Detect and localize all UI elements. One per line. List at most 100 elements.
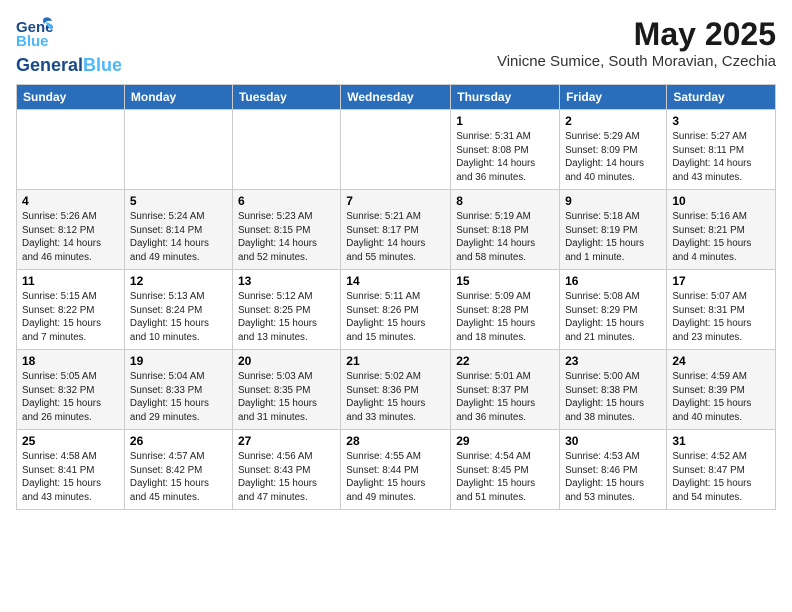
calendar-cell: 31 Sunrise: 4:52 AMSunset: 8:47 PMDayligh…	[667, 430, 776, 510]
day-number: 24	[672, 354, 770, 368]
day-number: 10	[672, 194, 770, 208]
day-info: Sunrise: 5:29 AMSunset: 8:09 PMDaylight:…	[565, 130, 661, 185]
calendar-cell: 1Sunrise: 5:31 AMSunset: 8:08 PMDaylight…	[451, 110, 560, 190]
calendar-cell: 10 Sunrise: 5:16 AMSunset: 8:21 PMDayligh…	[667, 190, 776, 270]
day-number: 29	[456, 434, 554, 448]
calendar-cell: 4 Sunrise: 5:26 AMSunset: 8:12 PMDaylight…	[17, 190, 125, 270]
day-info: Sunrise: 4:52 AMSunset: 8:47 PMDaylight:…	[672, 450, 770, 505]
day-number: 15	[456, 274, 554, 288]
day-number: 21	[346, 354, 445, 368]
day-info: Sunrise: 5:09 AMSunset: 8:28 PMDaylight:…	[456, 290, 554, 345]
calendar-cell: 18 Sunrise: 5:05 AMSunset: 8:32 PMDayligh…	[17, 350, 125, 430]
day-info: Sunrise: 5:11 AMSunset: 8:26 PMDaylight:…	[346, 290, 445, 345]
logo-icon: General Blue	[16, 16, 54, 52]
dow-header-friday: Friday	[560, 85, 667, 110]
calendar-cell: 25 Sunrise: 4:58 AMSunset: 8:41 PMDayligh…	[17, 430, 125, 510]
week-row-3: 11Sunrise: 5:15 AMSunset: 8:22 PMDayligh…	[17, 270, 776, 350]
day-number: 13	[238, 274, 335, 288]
day-info: Sunrise: 5:08 AMSunset: 8:29 PMDaylight:…	[565, 290, 661, 345]
day-info: Sunrise: 5:23 AMSunset: 8:15 PMDaylight:…	[238, 210, 335, 265]
day-number: 20	[238, 354, 335, 368]
day-number: 25	[22, 434, 119, 448]
day-number: 17	[672, 274, 770, 288]
week-row-2: 4 Sunrise: 5:26 AMSunset: 8:12 PMDaylight…	[17, 190, 776, 270]
day-number: 8	[456, 194, 554, 208]
day-info: Sunrise: 5:27 AMSunset: 8:11 PMDaylight:…	[672, 130, 770, 185]
dow-header-sunday: Sunday	[17, 85, 125, 110]
svg-text:Blue: Blue	[16, 33, 49, 50]
day-number: 27	[238, 434, 335, 448]
days-of-week-row: SundayMondayTuesdayWednesdayThursdayFrid…	[17, 85, 776, 110]
day-info: Sunrise: 4:58 AMSunset: 8:41 PMDaylight:…	[22, 450, 119, 505]
dow-header-thursday: Thursday	[451, 85, 560, 110]
day-info: Sunrise: 4:54 AMSunset: 8:45 PMDaylight:…	[456, 450, 554, 505]
calendar-cell: 16 Sunrise: 5:08 AMSunset: 8:29 PMDayligh…	[560, 270, 667, 350]
day-info: Sunrise: 4:55 AMSunset: 8:44 PMDaylight:…	[346, 450, 445, 505]
calendar-cell: 14 Sunrise: 5:11 AMSunset: 8:26 PMDayligh…	[341, 270, 451, 350]
day-number: 19	[130, 354, 227, 368]
logo-general: General	[16, 55, 83, 75]
calendar-cell: 21 Sunrise: 5:02 AMSunset: 8:36 PMDayligh…	[341, 350, 451, 430]
calendar-cell: 24 Sunrise: 4:59 AMSunset: 8:39 PMDayligh…	[667, 350, 776, 430]
calendar-cell: 30 Sunrise: 4:53 AMSunset: 8:46 PMDayligh…	[560, 430, 667, 510]
day-info: Sunrise: 5:13 AMSunset: 8:24 PMDaylight:…	[130, 290, 227, 345]
week-row-5: 25 Sunrise: 4:58 AMSunset: 8:41 PMDayligh…	[17, 430, 776, 510]
calendar-cell: 9Sunrise: 5:18 AMSunset: 8:19 PMDaylight…	[560, 190, 667, 270]
calendar-cell: 8Sunrise: 5:19 AMSunset: 8:18 PMDaylight…	[451, 190, 560, 270]
day-info: Sunrise: 5:15 AMSunset: 8:22 PMDaylight:…	[22, 290, 119, 345]
day-number: 30	[565, 434, 661, 448]
day-number: 14	[346, 274, 445, 288]
logo: General Blue General Blue	[16, 16, 122, 76]
calendar-cell	[341, 110, 451, 190]
location: Vinicne Sumice, South Moravian, Czechia	[497, 53, 776, 70]
month-year: May 2025	[497, 16, 776, 53]
calendar-cell: 26 Sunrise: 4:57 AMSunset: 8:42 PMDayligh…	[124, 430, 232, 510]
day-info: Sunrise: 5:26 AMSunset: 8:12 PMDaylight:…	[22, 210, 119, 265]
calendar-cell: 15 Sunrise: 5:09 AMSunset: 8:28 PMDayligh…	[451, 270, 560, 350]
day-info: Sunrise: 5:05 AMSunset: 8:32 PMDaylight:…	[22, 370, 119, 425]
page-header: General Blue General Blue May 2025 Vinicn…	[16, 16, 776, 76]
day-info: Sunrise: 5:24 AMSunset: 8:14 PMDaylight:…	[130, 210, 227, 265]
day-info: Sunrise: 4:57 AMSunset: 8:42 PMDaylight:…	[130, 450, 227, 505]
calendar-cell: 20Sunrise: 5:03 AMSunset: 8:35 PMDayligh…	[232, 350, 340, 430]
calendar-cell: 23Sunrise: 5:00 AMSunset: 8:38 PMDayligh…	[560, 350, 667, 430]
day-info: Sunrise: 5:00 AMSunset: 8:38 PMDaylight:…	[565, 370, 661, 425]
day-info: Sunrise: 5:16 AMSunset: 8:21 PMDaylight:…	[672, 210, 770, 265]
day-info: Sunrise: 5:18 AMSunset: 8:19 PMDaylight:…	[565, 210, 661, 265]
day-info: Sunrise: 4:53 AMSunset: 8:46 PMDaylight:…	[565, 450, 661, 505]
day-number: 16	[565, 274, 661, 288]
calendar-cell: 3 Sunrise: 5:27 AMSunset: 8:11 PMDaylight…	[667, 110, 776, 190]
calendar-cell: 11Sunrise: 5:15 AMSunset: 8:22 PMDayligh…	[17, 270, 125, 350]
day-number: 2	[565, 114, 661, 128]
calendar-cell: 27 Sunrise: 4:56 AMSunset: 8:43 PMDayligh…	[232, 430, 340, 510]
day-number: 4	[22, 194, 119, 208]
calendar-table: SundayMondayTuesdayWednesdayThursdayFrid…	[16, 84, 776, 510]
day-number: 6	[238, 194, 335, 208]
calendar-cell: 5 Sunrise: 5:24 AMSunset: 8:14 PMDaylight…	[124, 190, 232, 270]
day-info: Sunrise: 5:04 AMSunset: 8:33 PMDaylight:…	[130, 370, 227, 425]
calendar-cell: 7Sunrise: 5:21 AMSunset: 8:17 PMDaylight…	[341, 190, 451, 270]
day-info: Sunrise: 5:02 AMSunset: 8:36 PMDaylight:…	[346, 370, 445, 425]
day-number: 18	[22, 354, 119, 368]
day-number: 22	[456, 354, 554, 368]
day-number: 26	[130, 434, 227, 448]
day-number: 3	[672, 114, 770, 128]
day-number: 5	[130, 194, 227, 208]
day-info: Sunrise: 4:59 AMSunset: 8:39 PMDaylight:…	[672, 370, 770, 425]
calendar-cell: 2 Sunrise: 5:29 AMSunset: 8:09 PMDaylight…	[560, 110, 667, 190]
calendar-cell	[124, 110, 232, 190]
week-row-1: 1Sunrise: 5:31 AMSunset: 8:08 PMDaylight…	[17, 110, 776, 190]
dow-header-saturday: Saturday	[667, 85, 776, 110]
calendar-cell: 19 Sunrise: 5:04 AMSunset: 8:33 PMDayligh…	[124, 350, 232, 430]
day-number: 31	[672, 434, 770, 448]
day-info: Sunrise: 5:21 AMSunset: 8:17 PMDaylight:…	[346, 210, 445, 265]
calendar-cell: 6 Sunrise: 5:23 AMSunset: 8:15 PMDaylight…	[232, 190, 340, 270]
dow-header-wednesday: Wednesday	[341, 85, 451, 110]
calendar-cell	[232, 110, 340, 190]
calendar-cell: 28Sunrise: 4:55 AMSunset: 8:44 PMDayligh…	[341, 430, 451, 510]
day-info: Sunrise: 5:12 AMSunset: 8:25 PMDaylight:…	[238, 290, 335, 345]
calendar-cell	[17, 110, 125, 190]
calendar-cell: 22Sunrise: 5:01 AMSunset: 8:37 PMDayligh…	[451, 350, 560, 430]
day-info: Sunrise: 5:07 AMSunset: 8:31 PMDaylight:…	[672, 290, 770, 345]
day-info: Sunrise: 4:56 AMSunset: 8:43 PMDaylight:…	[238, 450, 335, 505]
